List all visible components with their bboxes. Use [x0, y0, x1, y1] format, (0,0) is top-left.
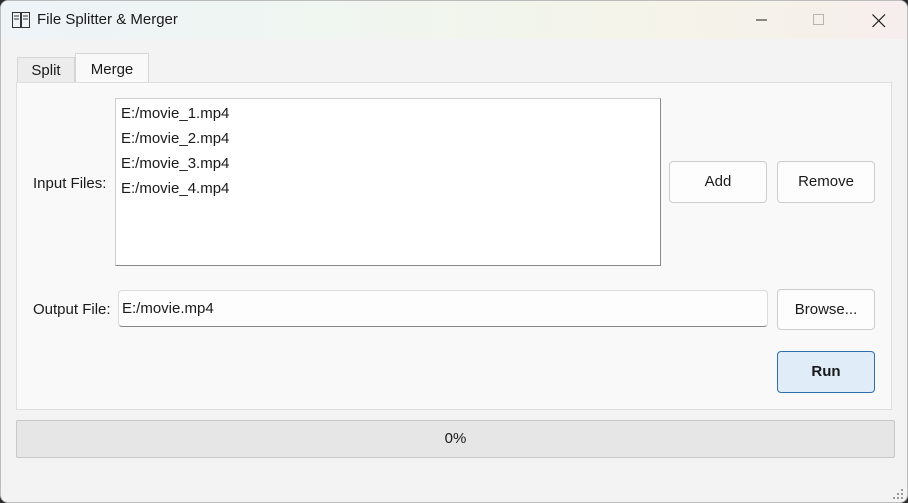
close-icon — [872, 14, 886, 28]
input-files-label: Input Files: — [33, 175, 107, 192]
browse-button[interactable]: Browse... — [777, 289, 875, 330]
app-window: File Splitter & Merger Split Merge Input… — [0, 0, 908, 503]
title-bar[interactable]: File Splitter & Merger — [1, 1, 907, 39]
book-icon — [12, 12, 30, 28]
merge-panel: Input Files: E:/movie_1.mp4 E:/movie_2.m… — [16, 82, 892, 410]
output-file-label: Output File: — [33, 301, 111, 318]
list-item[interactable]: E:/movie_4.mp4 — [116, 178, 660, 203]
add-button[interactable]: Add — [669, 161, 767, 203]
run-button[interactable]: Run — [777, 351, 875, 393]
window-title: File Splitter & Merger — [37, 11, 178, 28]
list-item[interactable]: E:/movie_1.mp4 — [116, 103, 660, 128]
input-files-list[interactable]: E:/movie_1.mp4 E:/movie_2.mp4 E:/movie_3… — [115, 98, 661, 266]
tab-merge[interactable]: Merge — [75, 53, 149, 83]
progress-text: 0% — [444, 430, 467, 447]
minimize-button[interactable] — [739, 1, 785, 39]
maximize-button[interactable] — [796, 1, 842, 39]
list-item[interactable]: E:/movie_2.mp4 — [116, 128, 660, 153]
output-file-field[interactable]: E:/movie.mp4 — [118, 290, 768, 327]
list-item[interactable]: E:/movie_3.mp4 — [116, 153, 660, 178]
close-button[interactable] — [855, 1, 901, 39]
progress-bar: 0% — [16, 420, 895, 458]
maximize-icon — [813, 14, 824, 25]
remove-button[interactable]: Remove — [777, 161, 875, 203]
minimize-icon — [756, 19, 767, 21]
resize-grip-icon[interactable] — [892, 487, 904, 499]
tab-split[interactable]: Split — [17, 57, 75, 83]
